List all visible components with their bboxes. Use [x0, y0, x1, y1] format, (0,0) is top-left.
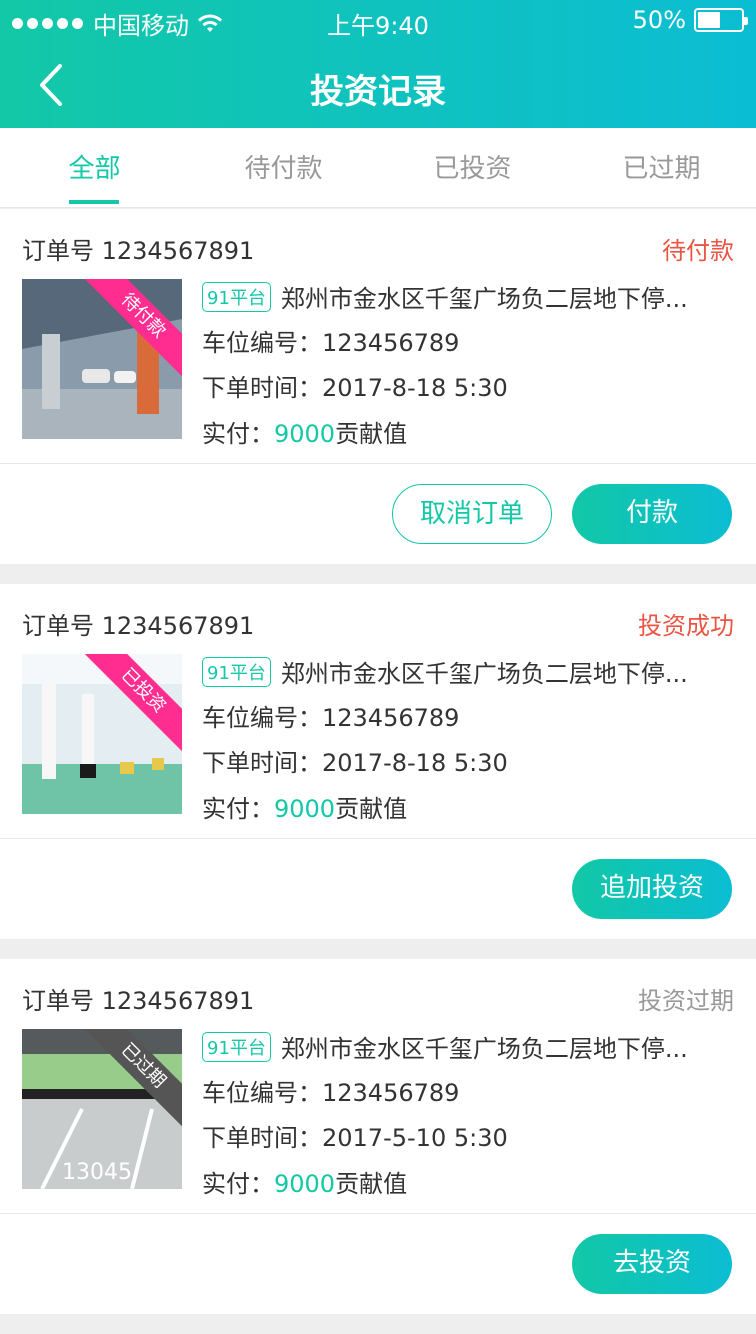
order-status: 投资成功 [638, 612, 734, 640]
slot-number: 车位编号：123456789 [202, 704, 460, 732]
page-title: 投资记录 [310, 72, 446, 112]
parking-thumbnail: 13045 已过期 [22, 1029, 182, 1189]
slot-number: 车位编号：123456789 [202, 329, 460, 357]
order-status: 待付款 [662, 237, 734, 265]
order-number: 订单号 1234567891 [22, 237, 255, 265]
tab-all[interactable]: 全部 [0, 148, 189, 185]
parking-address: 郑州市金水区千玺广场负二层地下停... [280, 1035, 688, 1063]
tab-bar: 全部 待付款 已投资 已过期 [0, 128, 756, 208]
status-ribbon: 待付款 [79, 279, 182, 380]
header: 中国移动 上午9:40 50% 投资记录 [0, 0, 756, 128]
order-time: 下单时间：2017-8-18 5:30 [202, 374, 508, 402]
platform-tag: 91平台 [202, 1031, 271, 1062]
order-card[interactable]: 订单号 1234567891 投资成功 已投资 91平台 郑州市金水区千玺广场负… [0, 584, 756, 939]
order-time: 下单时间：2017-8-18 5:30 [202, 749, 508, 777]
tab-active-indicator [69, 200, 119, 204]
parking-thumbnail: 待付款 [22, 279, 182, 439]
battery-icon [694, 8, 748, 32]
go-invest-button[interactable]: 去投资 [572, 1234, 732, 1294]
order-time: 下单时间：2017-5-10 5:30 [202, 1124, 508, 1152]
parking-address: 郑州市金水区千玺广场负二层地下停... [280, 660, 688, 688]
tab-expired[interactable]: 已过期 [567, 148, 756, 185]
order-status: 投资过期 [638, 987, 734, 1015]
battery-percent: 50% [632, 6, 686, 34]
parking-address: 郑州市金水区千玺广场负二层地下停... [280, 285, 688, 313]
status-bar: 中国移动 上午9:40 50% [0, 0, 756, 40]
paid-amount: 实付：9000贡献值 [202, 420, 408, 448]
slot-number: 车位编号：123456789 [202, 1079, 460, 1107]
paid-amount: 实付：9000贡献值 [202, 795, 408, 823]
cancel-order-button[interactable]: 取消订单 [392, 484, 552, 544]
tab-pending-payment[interactable]: 待付款 [189, 148, 378, 185]
order-card[interactable]: 订单号 1234567891 待付款 待付款 91平台 郑州市金水区千玺广场负二… [0, 209, 756, 564]
order-number: 订单号 1234567891 [22, 987, 255, 1015]
tab-invested[interactable]: 已投资 [378, 148, 567, 185]
parking-thumbnail: 已投资 [22, 654, 182, 814]
pay-button[interactable]: 付款 [572, 484, 732, 544]
status-ribbon: 已投资 [79, 654, 182, 755]
platform-tag: 91平台 [202, 281, 271, 312]
paid-amount: 实付：9000贡献值 [202, 1170, 408, 1198]
order-card[interactable]: 订单号 1234567891 投资过期 13045 已过期 91平台 郑州市金水… [0, 959, 756, 1314]
order-number: 订单号 1234567891 [22, 612, 255, 640]
add-investment-button[interactable]: 追加投资 [572, 859, 732, 919]
platform-tag: 91平台 [202, 656, 271, 687]
status-ribbon: 已过期 [79, 1029, 182, 1130]
